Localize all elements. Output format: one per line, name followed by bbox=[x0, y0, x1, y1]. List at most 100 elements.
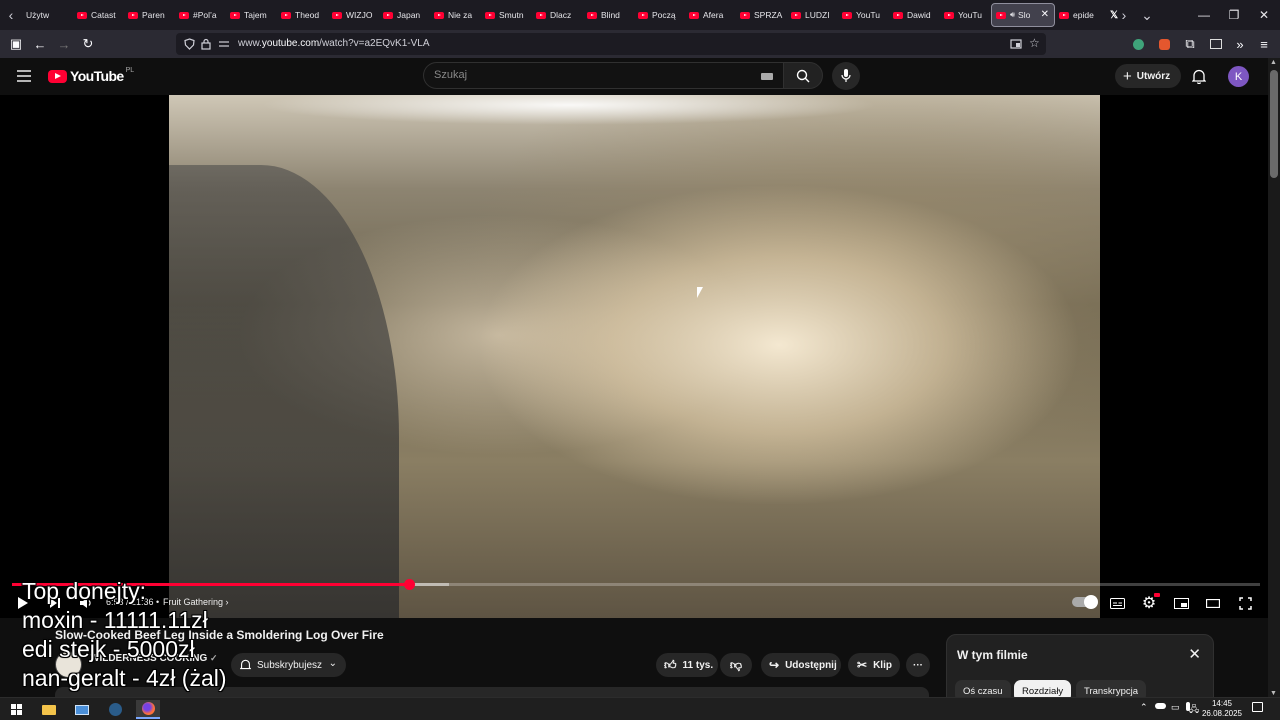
autoplay-toggle[interactable] bbox=[1072, 595, 1098, 609]
site-permissions-icon[interactable] bbox=[218, 39, 230, 49]
browser-tab[interactable]: Smutn bbox=[481, 3, 532, 27]
search-button[interactable] bbox=[783, 62, 823, 89]
forward-icon[interactable]: → bbox=[52, 32, 76, 56]
tab-title: Blind bbox=[601, 10, 620, 20]
network-icon[interactable]: 🖧 bbox=[1189, 702, 1199, 718]
browser-tab[interactable]: Paren bbox=[124, 3, 175, 27]
sidebar-toggle-icon[interactable]: ▣ bbox=[4, 32, 28, 56]
subtitles-button[interactable] bbox=[1106, 593, 1128, 613]
minimize-icon[interactable]: — bbox=[1188, 0, 1220, 30]
dislike-button[interactable]: 👎︎ bbox=[720, 653, 752, 677]
scrollbar-thumb[interactable] bbox=[1270, 70, 1278, 178]
share-button[interactable]: ↪ Udostępnij bbox=[761, 653, 841, 677]
reload-icon[interactable]: ↻ bbox=[76, 32, 100, 56]
browser-tab[interactable]: #Pol’a bbox=[175, 3, 226, 27]
tab-title: YouTu bbox=[958, 10, 982, 20]
back-icon[interactable]: ← bbox=[28, 32, 52, 56]
notifications-icon[interactable] bbox=[1252, 702, 1263, 712]
browser-tab[interactable]: Dlacz bbox=[532, 3, 583, 27]
page-scrollbar[interactable]: ▲ ▼ bbox=[1268, 58, 1280, 698]
video-frame[interactable] bbox=[169, 95, 1100, 618]
vpn-extension-icon[interactable] bbox=[1126, 32, 1150, 56]
taskbar-clock[interactable]: 14:45 26.08.2025 bbox=[1200, 699, 1244, 719]
file-explorer-icon[interactable] bbox=[37, 700, 61, 719]
browser-tab[interactable]: Japan bbox=[379, 3, 430, 27]
browser-tab[interactable]: SPRZA bbox=[736, 3, 787, 27]
extensions-puzzle-icon[interactable]: ⧉ bbox=[1178, 32, 1202, 56]
tab-close-icon[interactable]: ✕ bbox=[1041, 9, 1049, 20]
browser-tab[interactable]: Począ bbox=[634, 3, 685, 27]
search-input[interactable] bbox=[434, 69, 734, 81]
browser-tab[interactable]: Catast bbox=[73, 3, 124, 27]
browser-tab[interactable]: Użytw bbox=[22, 3, 73, 27]
overflow-chevrons-icon[interactable]: » bbox=[1228, 32, 1252, 56]
browser-tab[interactable]: Nie za bbox=[430, 3, 481, 27]
clip-button[interactable]: ✂ Klip bbox=[848, 653, 900, 677]
restore-icon[interactable]: ❐ bbox=[1218, 0, 1250, 30]
usb-icon[interactable]: ▭ bbox=[1171, 702, 1180, 713]
tab-audio-speaker-icon[interactable]: 🔊︎ bbox=[1010, 10, 1015, 20]
tab-title: Smutn bbox=[499, 10, 524, 20]
notifications-bell-icon[interactable] bbox=[1192, 69, 1206, 84]
tab-title: Dlacz bbox=[550, 10, 572, 20]
more-actions-button[interactable]: ··· bbox=[906, 653, 930, 677]
browser-tab[interactable]: Theod bbox=[277, 3, 328, 27]
youtube-favicon-icon bbox=[332, 11, 342, 19]
keyboard-icon[interactable] bbox=[761, 73, 773, 80]
youtube-favicon-icon bbox=[536, 11, 546, 19]
tabs-scroll-right-icon[interactable]: › bbox=[1113, 0, 1135, 30]
account-avatar[interactable]: K bbox=[1228, 66, 1249, 87]
tracking-shield-icon[interactable] bbox=[184, 38, 195, 50]
hamburger-menu-icon[interactable] bbox=[17, 70, 31, 82]
browser-tab[interactable]: epide bbox=[1055, 3, 1106, 27]
browser-tab[interactable]: Afera bbox=[685, 3, 736, 27]
tab-list-dropdown-icon[interactable]: ⌄ bbox=[1136, 0, 1158, 30]
tray-chevron-icon[interactable]: ⌃ bbox=[1140, 702, 1148, 713]
reader-view-icon[interactable] bbox=[1010, 38, 1022, 50]
fullscreen-button[interactable] bbox=[1234, 593, 1256, 613]
bookmark-star-icon[interactable]: ☆ bbox=[1029, 36, 1040, 50]
youtube-favicon-icon bbox=[996, 11, 1006, 19]
more-dots-icon: ··· bbox=[913, 659, 923, 671]
search-icon bbox=[796, 69, 810, 83]
firefox-icon[interactable] bbox=[136, 700, 160, 719]
window-close-icon[interactable]: ✕ bbox=[1248, 0, 1280, 30]
addon-extension-icon[interactable] bbox=[1152, 32, 1176, 56]
theater-mode-button[interactable] bbox=[1202, 593, 1224, 613]
browser-menu-icon[interactable]: ≡ bbox=[1252, 32, 1276, 56]
browser-tab[interactable]: Blind bbox=[583, 3, 634, 27]
browser-tab[interactable]: YouTu bbox=[940, 3, 991, 27]
cloud-icon[interactable] bbox=[1155, 703, 1166, 709]
browser-tab[interactable]: Dawid bbox=[889, 3, 940, 27]
panel-title: W tym filmie bbox=[957, 648, 1028, 662]
tabs-scroll-left-icon[interactable]: ‹ bbox=[0, 0, 22, 30]
like-button[interactable]: 👍︎ 11 tys. bbox=[656, 653, 718, 677]
steam-icon[interactable] bbox=[103, 700, 127, 719]
voice-search-button[interactable] bbox=[832, 62, 860, 90]
lock-icon[interactable] bbox=[201, 38, 211, 50]
browser-tab[interactable]: Tajem bbox=[226, 3, 277, 27]
panel-close-icon[interactable]: ✕ bbox=[1188, 645, 1201, 663]
badge-extension-icon[interactable] bbox=[1204, 32, 1228, 56]
scroll-down-icon[interactable]: ▼ bbox=[1270, 690, 1277, 697]
youtube-favicon-icon bbox=[740, 11, 750, 19]
url-text[interactable]: www.youtube.com/watch?v=a2EQvK1-VLA bbox=[238, 38, 430, 49]
browser-tab[interactable]: YouTu bbox=[838, 3, 889, 27]
browser-tab-active[interactable]: 🔊︎ Slo ✕ bbox=[991, 3, 1055, 27]
monitor-app-icon[interactable] bbox=[70, 700, 94, 719]
address-bar[interactable]: www.youtube.com/watch?v=a2EQvK1-VLA ☆ bbox=[176, 33, 1046, 55]
browser-tab[interactable]: LUDZI bbox=[787, 3, 838, 27]
video-player[interactable]: 6:53 / 21:36 • Fruit Gathering › ⚙ bbox=[0, 95, 1268, 618]
youtube-favicon-icon bbox=[77, 11, 87, 19]
scroll-up-icon[interactable]: ▲ bbox=[1270, 59, 1277, 66]
thumbs-down-icon: 👎︎ bbox=[729, 657, 743, 672]
youtube-logo[interactable]: YouTube PL bbox=[48, 67, 134, 84]
tab-title: #Pol’a bbox=[193, 10, 217, 20]
windows-start-icon[interactable] bbox=[4, 700, 28, 719]
theater-icon bbox=[1206, 598, 1220, 608]
create-button[interactable]: + Utwórz bbox=[1115, 64, 1181, 88]
settings-button[interactable]: ⚙ bbox=[1138, 593, 1160, 613]
tab-title: SPRZA bbox=[754, 10, 783, 20]
browser-tab[interactable]: WIZJO bbox=[328, 3, 379, 27]
miniplayer-button[interactable] bbox=[1170, 593, 1192, 613]
